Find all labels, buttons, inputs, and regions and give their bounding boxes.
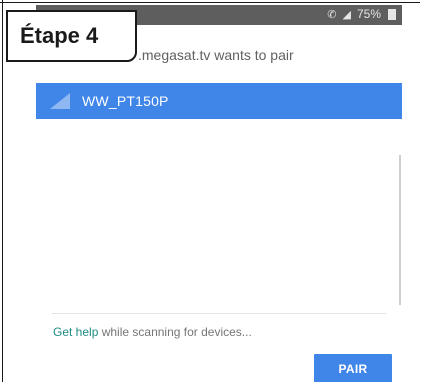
pair-button[interactable]: PAIR: [314, 354, 392, 382]
divider: [52, 313, 386, 314]
screenshot-root: ✆ ◢ 75% .megasat.tv wants to pair WW_PT1…: [0, 0, 426, 382]
device-name: WW_PT150P: [82, 93, 169, 109]
battery-percent: 75%: [356, 7, 381, 21]
dialog-title: .megasat.tv wants to pair: [138, 47, 294, 63]
battery-icon: [388, 8, 396, 20]
step-label: Étape 4: [6, 10, 137, 62]
wifi-icon: ◢: [342, 8, 351, 21]
call-icon: ✆: [327, 8, 337, 21]
status-icons: ✆ ◢ 75%: [327, 7, 396, 21]
scrollbar[interactable]: [399, 155, 401, 305]
frame-border-top: [0, 2, 420, 3]
get-help-link[interactable]: Get help: [53, 325, 98, 339]
frame-border-left: [2, 0, 3, 382]
help-line: Get help while scanning for devices...: [53, 325, 252, 339]
help-text: while scanning for devices...: [98, 325, 252, 339]
signal-strength-icon: [50, 93, 70, 109]
device-list-item[interactable]: WW_PT150P: [36, 83, 402, 119]
